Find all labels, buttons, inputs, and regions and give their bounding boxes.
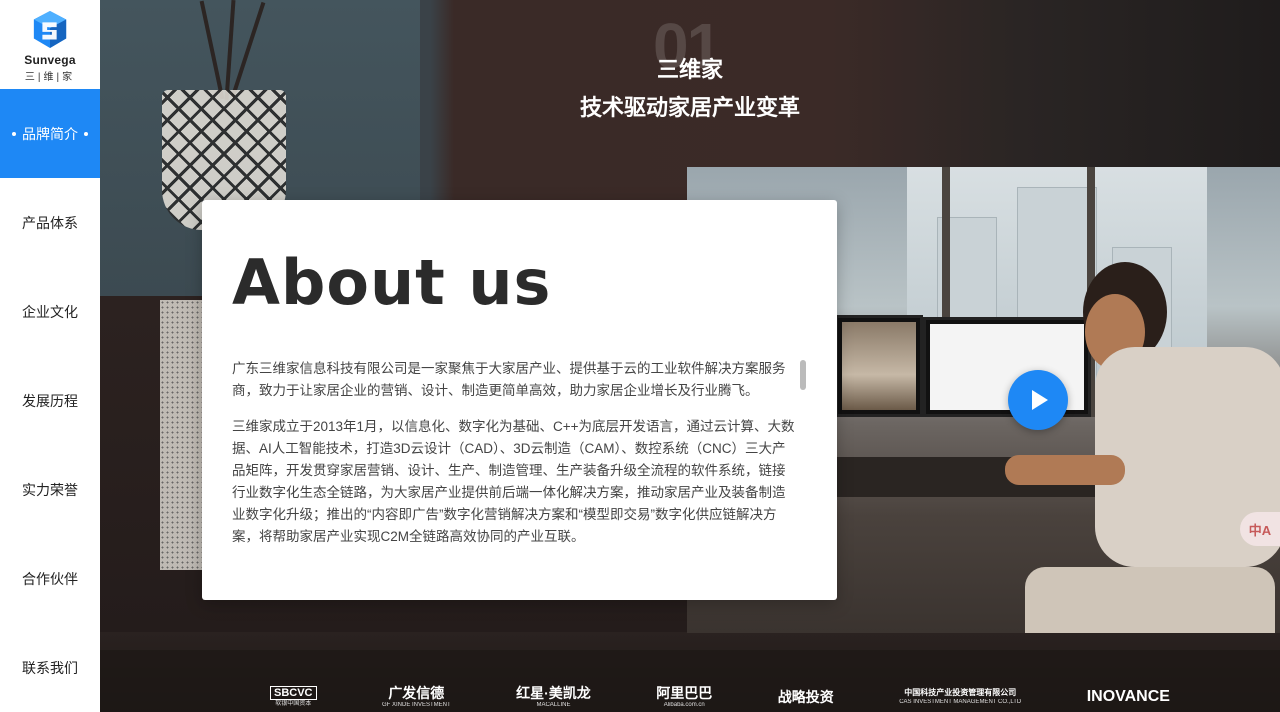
nav-item-label: 品牌简介 <box>22 125 78 142</box>
section-subtitle: 技术驱动家居产业变革 <box>579 95 800 120</box>
brand-name: Sunvega <box>24 53 76 67</box>
nav-item-history[interactable]: 发展历程 <box>0 356 100 445</box>
partner-logo-inovance: INOVANCE <box>1086 688 1170 705</box>
translate-icon: 中A <box>1248 522 1272 538</box>
sidebar-nav: 品牌简介 产品体系 企业文化 发展历程 实力荣誉 合作伙伴 联系我们 <box>0 89 100 712</box>
nav-item-label: 实力荣誉 <box>22 481 78 498</box>
sunvega-cube-logo-icon <box>33 11 67 49</box>
section-heading: 01 三维家 技术驱动家居产业变革 <box>100 14 1280 122</box>
about-scrollbar[interactable] <box>800 360 806 390</box>
brand-logo[interactable]: Sunvega 三|维|家 <box>0 0 100 89</box>
brand-name-cn: 三|维|家 <box>24 72 76 83</box>
nav-item-label: 企业文化 <box>22 303 78 320</box>
nav-item-label: 联系我们 <box>22 659 78 676</box>
partner-logo-sbcvc: SBCVC 软银中国资本 <box>270 686 317 708</box>
photo-person <box>1005 262 1280 633</box>
nav-item-culture[interactable]: 企业文化 <box>0 267 100 356</box>
partner-logo-alibaba: 阿里巴巴 Alibaba.com.cn <box>656 685 713 708</box>
photo-screen <box>842 322 916 410</box>
partners-list: SBCVC 软银中国资本 广发信德 GF XINDE INVESTMENT 红星… <box>270 682 1170 712</box>
nav-item-contact[interactable]: 联系我们 <box>0 623 100 712</box>
section-title: 三维家 <box>656 57 723 82</box>
nav-item-products[interactable]: 产品体系 <box>0 178 100 267</box>
play-video-button[interactable] <box>1008 370 1068 430</box>
nav-item-brand-intro[interactable]: 品牌简介 <box>0 89 100 178</box>
sidebar: Sunvega 三|维|家 品牌简介 产品体系 企业文化 发展历程 实力荣誉 合… <box>0 0 100 712</box>
about-text[interactable]: 广东三维家信息科技有限公司是一家聚焦于大家居产业、提供基于云的工业软件解决方案服… <box>232 358 798 558</box>
about-paragraph: 三维家成立于2013年1月，以信息化、数字化为基础、C++为底层开发语言，通过云… <box>232 419 795 544</box>
nav-item-label: 产品体系 <box>22 214 78 231</box>
play-icon <box>1032 390 1048 410</box>
about-card: About us 广东三维家信息科技有限公司是一家聚焦于大家居产业、提供基于云的… <box>202 200 837 600</box>
active-dot-icon <box>84 131 88 136</box>
partner-logo-gf-xinde: 广发信德 GF XINDE INVESTMENT <box>381 685 451 708</box>
partner-logo-cas: 中国科技产业投资管理有限公司 CAS INVESTMENT MANAGEMENT… <box>899 688 1022 705</box>
nav-item-partners[interactable]: 合作伙伴 <box>0 534 100 623</box>
nav-item-label: 合作伙伴 <box>22 570 78 587</box>
about-title: About us <box>232 246 552 319</box>
photo-monitor-left <box>835 315 923 417</box>
active-dot-icon <box>12 131 16 136</box>
cabinet-panel <box>160 300 206 570</box>
partner-logo-macalline: 红星·美凯龙 MACALLINE <box>516 685 591 708</box>
nav-item-honors[interactable]: 实力荣誉 <box>0 445 100 534</box>
partner-label-strategic: 战略投资 <box>777 689 834 705</box>
translate-button[interactable]: 中A <box>1240 512 1280 546</box>
nav-item-label: 发展历程 <box>22 392 78 409</box>
about-paragraph: 广东三维家信息科技有限公司是一家聚焦于大家居产业、提供基于云的工业软件解决方案服… <box>232 361 786 398</box>
